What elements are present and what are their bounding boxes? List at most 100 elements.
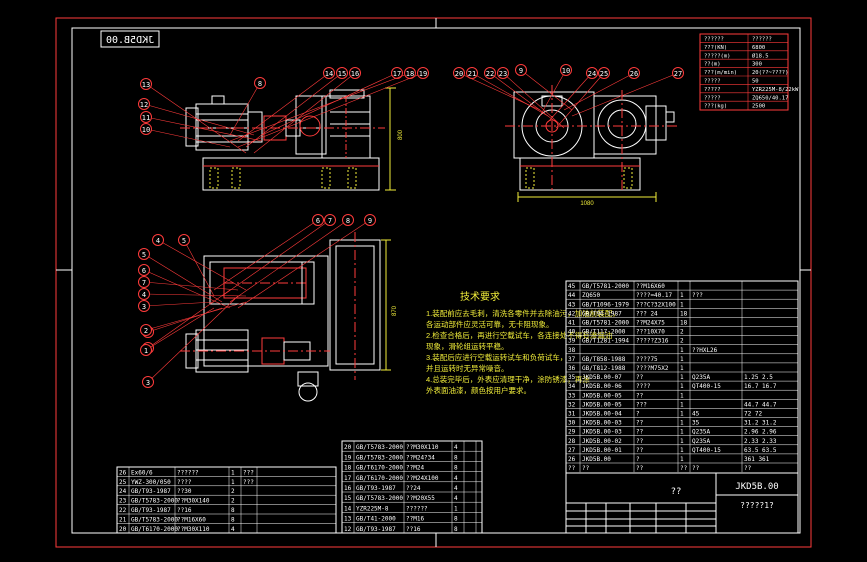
note-line: 各运动部件应灵活可靠，无卡阻现象。 [426,319,554,329]
bom-cell: 1 [680,456,684,463]
bom-cell: YWZ-300/050 [131,479,171,486]
bom-cell: ZQ650 [582,292,600,299]
note-line: 3.装配后应进行空载运转试车和负荷试车， [426,352,567,362]
bom-cell: 18 [344,465,352,472]
bom-cell: GB/T6170-2000 [356,465,403,472]
balloon-label: 7 [328,217,332,225]
mirrored-drawing-code: JKD5B.00 [106,35,154,46]
bom-cell: 37 [568,356,576,363]
balloon-label: 23 [499,70,507,78]
bom-cell: 1 [680,347,684,354]
middle-bom-table: 20 GB/T5783-2000 ??M30X110 419 GB/T5783-2000… [341,440,483,534]
bom-cell: ???10X70 [636,329,665,336]
bom-cell: ?? [744,465,752,472]
bom-cell: 19 [344,454,352,461]
balloon-label: 3 [146,379,150,387]
bom-cell: ????=40.17 [636,292,673,299]
param-value: YZR225M-8/22kW [752,87,799,93]
bom-cell: JKD5B.00 [582,456,611,463]
bom-cell: 4 [454,485,458,492]
bom-cell: GB/T858-1988 [582,356,626,363]
balloon-label: 16 [351,70,359,78]
bom-cell: ? [636,411,640,418]
bom-cell: GB/T5781-2000 [582,320,629,327]
bom-cell: 1 [680,365,684,372]
bom-cell: ?? [568,465,576,472]
bom-cell: ??M16X60 [636,283,665,290]
bom-cell: 2 [680,329,684,336]
bom-cell: ?? [636,374,644,381]
balloon-label: 25 [600,70,608,78]
param-value: 6800 [752,45,765,51]
bom-cell: ????75 [636,356,658,363]
bom-cell: GB/T5781-2000 [582,283,629,290]
param-label: ????? [704,87,721,93]
bom-cell: 35 [568,374,576,381]
bom-cell: ??M30X110 [406,444,439,451]
title-block: ?? JKD5B.00 ?????1? [565,472,799,534]
bom-cell: GB/T6170-2000 [356,475,403,482]
param-value: 50 [752,79,759,85]
bom-cell: 45 [692,411,700,418]
bom-cell: ??16 [406,526,421,533]
balloon-label: 11 [142,114,150,122]
bom-cell: 31 [568,411,576,418]
bom-cell: GB/T5783-2000 [356,454,403,461]
bom-cell: 29 [568,429,576,436]
plan-width-dim: 870 [392,305,398,316]
bom-cell: GB/T1281-1994 [582,338,629,345]
param-label: ????? [704,95,721,101]
bom-cell: ??? [243,469,254,476]
bom-cell: 1 [680,392,684,399]
bom-cell: 8 [231,516,235,523]
bom-cell: 1 [680,356,684,363]
bom-cell: 20 [344,444,352,451]
bom-cell: 30 [568,420,576,427]
cad-drawing-viewport[interactable]: JKD5B.00 800 1080 870 8 14 15 16 17 18 1… [0,0,867,562]
bom-cell: 22 [119,507,127,514]
balloon-label: 19 [419,70,427,78]
bom-cell: ?????Z316 [636,338,669,345]
bom-cell: ?? [636,438,644,445]
bom-cell: 15 [344,495,352,502]
bom-cell: 28 [568,438,576,445]
bom-cell: JKD5B.00-01 [582,447,622,454]
bom-cell: 36 [568,365,576,372]
bom-cell: 44.7 44.7 [744,401,777,408]
bom-cell: ??30 [177,488,192,495]
bom-cell: ????M75X2 [636,365,669,372]
bom-cell: ??24 [406,485,421,492]
balloon-label: 21 [468,70,476,78]
balloon-label: 24 [588,70,596,78]
bom-cell: JKD5B.00-04 [582,411,622,418]
param-label: ???(kg) [704,104,727,110]
param-label: ?????(m) [704,53,731,59]
balloon-label: 27 [674,70,682,78]
bom-cell: Ex60/6 [131,469,153,476]
bom-cell: 1 [680,401,684,408]
bom-cell: QT400-15 [692,447,721,454]
bom-cell: ??HXL26 [692,347,718,354]
bom-cell: 8 [454,526,458,533]
param-value: ?????? [752,37,772,43]
bom-cell: ??M20X55 [406,495,435,502]
bom-cell: JKD5B.00-07 [582,374,622,381]
bom-cell: 32 [568,401,576,408]
assembly-drawing-sheet: JKD5B.00 800 1080 870 814 15 16 17 18 19… [55,17,812,548]
balloon-label: 26 [630,70,638,78]
bom-cell: 4 [231,526,235,533]
bom-cell: ??M24 [406,465,424,472]
bom-cell: 4 [454,495,458,502]
bom-cell: 4 [454,444,458,451]
front-height-dim: 800 [398,129,404,140]
bom-cell: ? [636,456,640,463]
bom-cell: 2 [231,498,235,505]
bom-cell: GB/T93-1987 [131,507,171,514]
bom-cell: ?? [636,465,644,472]
bom-cell: ??? 24 [636,310,658,317]
param-value: Ø18.5 [752,52,769,59]
bom-cell: ?? [636,420,644,427]
bom-cell: GB/T117-2000 [582,329,626,336]
bom-cell: 24 [119,488,127,495]
balloon-label: 20 [455,70,463,78]
